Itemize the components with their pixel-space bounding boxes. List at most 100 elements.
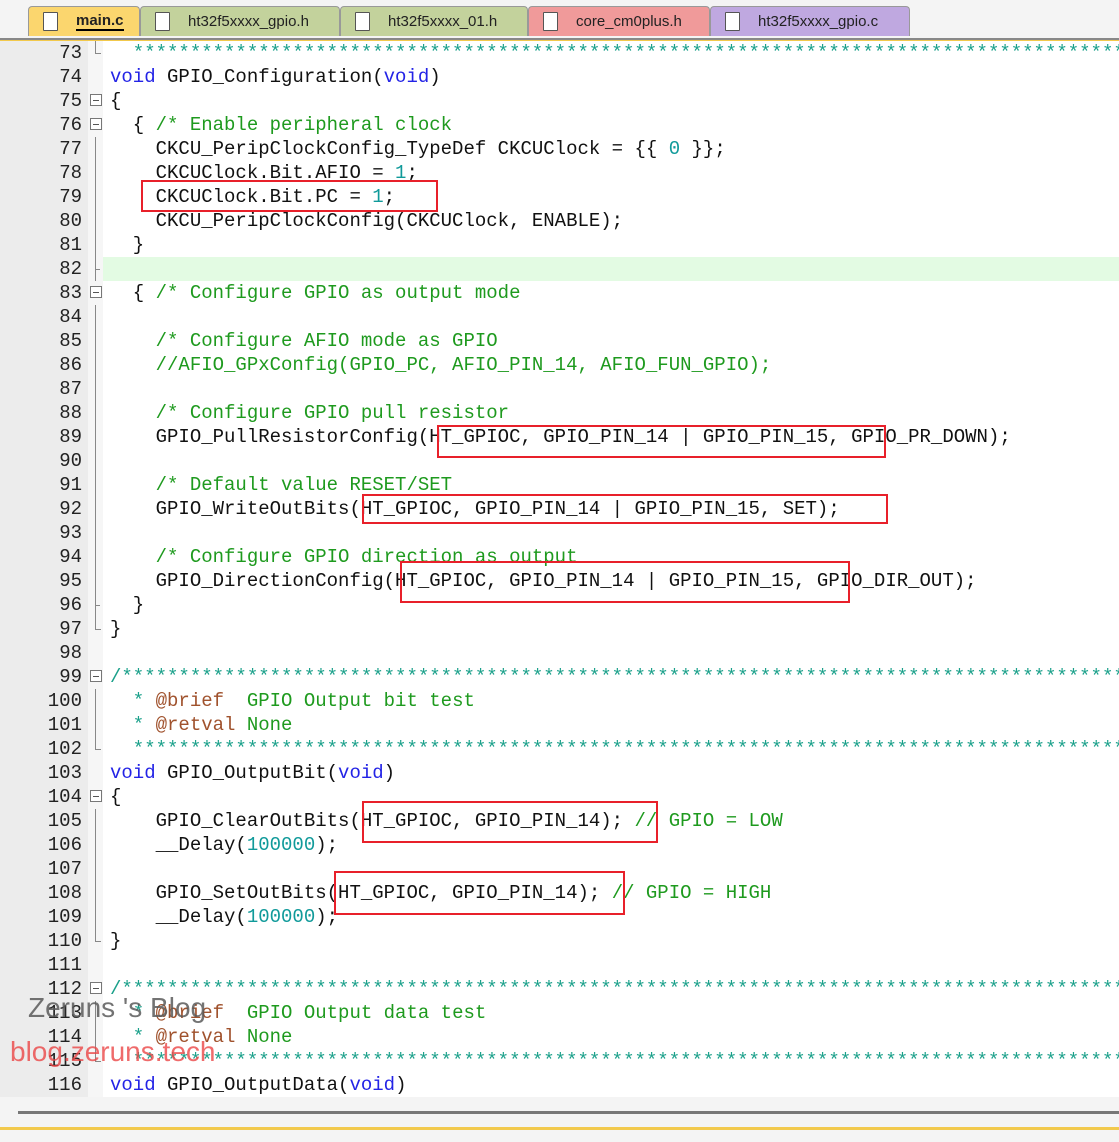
code-token: /* Configure AFIO mode as GPIO (155, 330, 498, 352)
code-lines[interactable]: 73 *************************************… (0, 41, 1119, 1097)
code-token: void (110, 66, 156, 88)
tab-ht32f5xxxx-01-h[interactable]: ht32f5xxxx_01.h (340, 6, 528, 36)
code-line[interactable]: 84 (0, 305, 1119, 329)
fold-collapse-icon[interactable] (88, 89, 103, 113)
line-number: 107 (47, 858, 82, 880)
code-line[interactable]: 93 (0, 521, 1119, 545)
code-line[interactable]: 103 void GPIO_OutputBit(void) (0, 761, 1119, 785)
code-text: void GPIO_Configuration(void) (103, 65, 1119, 89)
code-line[interactable]: 78 CKCUClock.Bit.AFIO = 1; (0, 161, 1119, 185)
fold-collapse-icon[interactable] (88, 665, 103, 689)
file-icon (543, 12, 558, 31)
code-token: // GPIO = HIGH (611, 882, 772, 904)
tab-ht32f5xxxx-gpio-c[interactable]: ht32f5xxxx_gpio.c (710, 6, 910, 36)
code-text: { /* Enable peripheral clock (103, 113, 1119, 137)
tab-label: ht32f5xxxx_01.h (388, 13, 498, 30)
tab-ht32f5xxxx-gpio-h[interactable]: ht32f5xxxx_gpio.h (140, 6, 340, 36)
code-text: /* Configure AFIO mode as GPIO (103, 329, 1119, 353)
code-line[interactable]: 89 GPIO_PullResistorConfig(HT_GPIOC, GPI… (0, 425, 1119, 449)
code-line[interactable]: 74 void GPIO_Configuration(void) (0, 65, 1119, 89)
line-number: 76 (59, 114, 82, 136)
file-icon (355, 12, 370, 31)
fold-guide (88, 929, 103, 953)
code-text: { (103, 785, 1119, 809)
code-token: 100000 (246, 834, 316, 856)
code-text: /* Configure GPIO pull resistor (103, 401, 1119, 425)
fold-guide (88, 833, 103, 857)
code-line[interactable]: 94 /* Configure GPIO direction as output (0, 545, 1119, 569)
code-token: ) (383, 762, 396, 784)
code-line[interactable]: 97} (0, 617, 1119, 641)
code-editor[interactable]: 73 *************************************… (0, 41, 1119, 1097)
line-number: 96 (59, 594, 82, 616)
horizontal-scrollbar[interactable] (18, 1111, 1119, 1114)
code-text: { (103, 89, 1119, 113)
code-line[interactable]: 88 /* Configure GPIO pull resistor (0, 401, 1119, 425)
line-number: 116 (47, 1074, 82, 1096)
fold-guide (88, 161, 103, 185)
bottom-divider (0, 1127, 1119, 1130)
fold-guide (88, 377, 103, 401)
code-token: void (110, 1074, 156, 1096)
code-line[interactable]: 101 * @retval None (0, 713, 1119, 737)
line-number: 79 (59, 186, 82, 208)
code-line[interactable]: 96 } (0, 593, 1119, 617)
code-text: /* Configure GPIO direction as output (103, 545, 1119, 569)
code-line[interactable]: 106 __Delay(100000); (0, 833, 1119, 857)
code-line[interactable]: 90 (0, 449, 1119, 473)
code-line[interactable]: 77 CKCU_PeripClockConfig_TypeDef CKCUClo… (0, 137, 1119, 161)
code-line[interactable]: 75 { (0, 89, 1119, 113)
line-number: 106 (47, 834, 82, 856)
file-tab-bar: main.c ht32f5xxxx_gpio.h ht32f5xxxx_01.h co… (0, 0, 1119, 43)
code-line[interactable]: 99 /*************************************… (0, 665, 1119, 689)
fold-collapse-icon[interactable] (88, 785, 103, 809)
fold-guide (88, 305, 103, 329)
code-line[interactable]: 73 *************************************… (0, 41, 1119, 65)
code-line[interactable]: 110} (0, 929, 1119, 953)
code-line[interactable]: 98 (0, 641, 1119, 665)
line-number: 97 (59, 618, 82, 640)
code-line[interactable]: 95 GPIO_DirectionConfig(HT_GPIOC, GPIO_P… (0, 569, 1119, 593)
code-line[interactable]: 107 (0, 857, 1119, 881)
code-line[interactable]: 86 //AFIO_GPxConfig(GPIO_PC, AFIO_PIN_14… (0, 353, 1119, 377)
code-line[interactable]: 80 CKCU_PeripClockConfig(CKCUClock, ENAB… (0, 209, 1119, 233)
code-line[interactable]: 116 void GPIO_OutputData(void) (0, 1073, 1119, 1097)
line-number: 73 (59, 42, 82, 64)
code-line[interactable]: 111 (0, 953, 1119, 977)
code-line[interactable]: 104 { (0, 785, 1119, 809)
code-line[interactable]: 85 /* Configure AFIO mode as GPIO (0, 329, 1119, 353)
code-line[interactable]: 91 /* Default value RESET/SET (0, 473, 1119, 497)
line-number: 74 (59, 66, 82, 88)
code-line[interactable]: 76 { /* Enable peripheral clock (0, 113, 1119, 137)
code-line[interactable]: 81 } (0, 233, 1119, 257)
code-token: GPIO_DirectionConfig(HT_GPIOC, GPIO_PIN_… (110, 570, 977, 592)
code-line[interactable]: 108 GPIO_SetOutBits(HT_GPIOC, GPIO_PIN_1… (0, 881, 1119, 905)
fold-collapse-icon[interactable] (88, 113, 103, 137)
code-line[interactable]: 82 (0, 257, 1119, 281)
code-line[interactable]: 105 GPIO_ClearOutBits(HT_GPIOC, GPIO_PIN… (0, 809, 1119, 833)
code-text: CKCUClock.Bit.PC = 1; (103, 185, 1119, 209)
code-token: ; (383, 186, 396, 208)
code-text: * @brief GPIO Output bit test (103, 689, 1119, 713)
fold-collapse-icon[interactable] (88, 281, 103, 305)
code-line[interactable]: 109 __Delay(100000); (0, 905, 1119, 929)
fold-guide (88, 905, 103, 929)
code-token: CKCU_PeripClockConfig_TypeDef CKCUClock … (110, 138, 669, 160)
code-token: None (235, 1026, 293, 1048)
code-line[interactable]: 83 { /* Configure GPIO as output mode (0, 281, 1119, 305)
code-line[interactable]: 100 * @brief GPIO Output bit test (0, 689, 1119, 713)
code-line[interactable]: 79 CKCUClock.Bit.PC = 1; (0, 185, 1119, 209)
fold-guide (88, 65, 103, 89)
fold-guide (88, 257, 103, 281)
fold-guide (88, 689, 103, 713)
fold-guide (88, 737, 103, 761)
tab-core-cm0plus-h[interactable]: core_cm0plus.h (528, 6, 710, 36)
code-token: void (349, 1074, 396, 1096)
code-line[interactable]: 87 (0, 377, 1119, 401)
code-line[interactable]: 102 ************************************… (0, 737, 1119, 761)
tab-main-c[interactable]: main.c (28, 6, 140, 36)
code-line[interactable]: 92 GPIO_WriteOutBits(HT_GPIOC, GPIO_PIN_… (0, 497, 1119, 521)
